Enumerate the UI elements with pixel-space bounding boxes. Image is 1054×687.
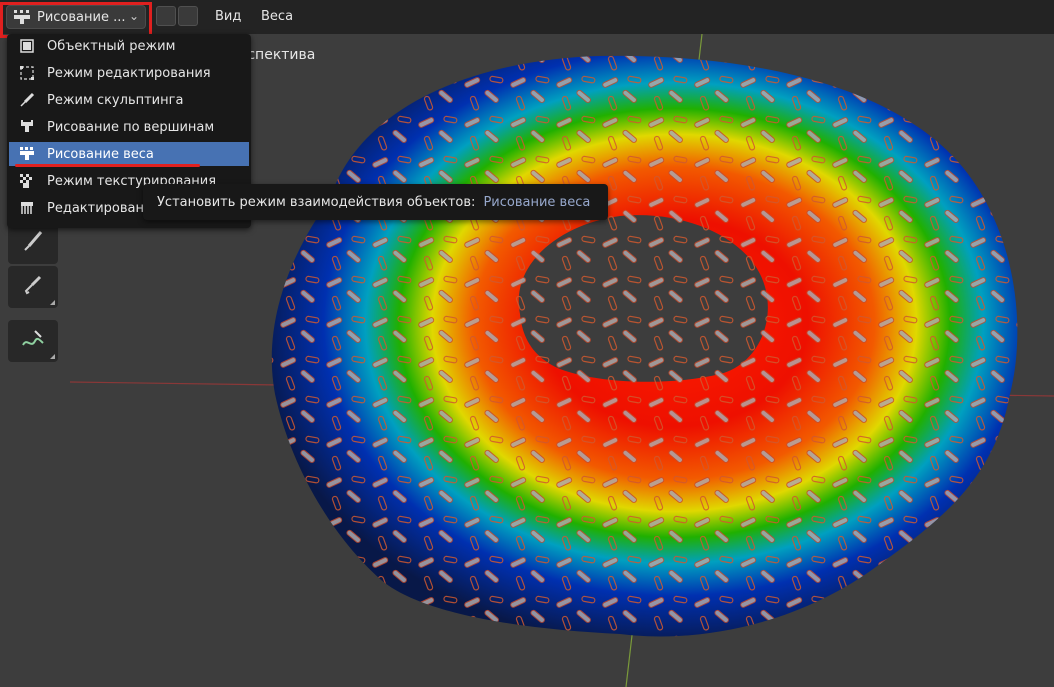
toggle-box-icon[interactable] [156,6,176,26]
menu-item-vertex-paint[interactable]: Рисование по вершинам [9,115,249,139]
annotate-tool[interactable] [8,320,58,362]
menu-weights[interactable]: Веса [261,9,293,24]
active-item-underline [15,164,200,167]
sculpt-mode-icon [17,91,37,109]
annotate-icon [19,327,47,355]
menu-item-label: Рисование веса [47,146,154,162]
weight-paint-icon [17,145,37,163]
sprinkles-overlay [271,55,1018,637]
draw-brush-tool[interactable] [8,222,58,264]
tooltip-text: Установить режим взаимодействия объектов… [157,194,476,210]
object-mode-icon [17,37,37,55]
menu-item-object-mode[interactable]: Объектный режим [9,34,249,58]
menu-item-sculpt-mode[interactable]: Режим скульптинга [9,88,249,112]
menu-item-label: Объектный режим [47,38,176,54]
draw-brush-icon [21,229,45,257]
tooltip-value: Рисование веса [483,194,591,210]
toggle-face-icon[interactable] [178,6,198,26]
menu-item-label: Рисование по вершинам [47,119,215,135]
texture-paint-icon [17,172,37,190]
edit-mode-icon [17,64,37,82]
particle-edit-icon [17,199,37,217]
menu-item-weight-paint[interactable]: Рисование веса [9,142,249,166]
sample-weight-tool[interactable] [8,266,58,308]
tooltip: Установить режим взаимодействия объектов… [143,184,608,220]
tool-variants-indicator [50,300,55,305]
menu-item-label: Режим скульптинга [47,92,184,108]
menu-item-label: Режим редактирования [47,65,211,81]
mode-dropdown-highlight-box [0,2,152,38]
sample-weight-icon [21,273,45,301]
tool-variants-indicator [50,354,55,359]
menu-view[interactable]: Вид [215,9,241,24]
vertex-paint-icon [17,118,37,136]
menu-item-edit-mode[interactable]: Режим редактирования [9,61,249,85]
header-bar: Рисование ... ⌄ Вид Веса [0,0,1054,34]
